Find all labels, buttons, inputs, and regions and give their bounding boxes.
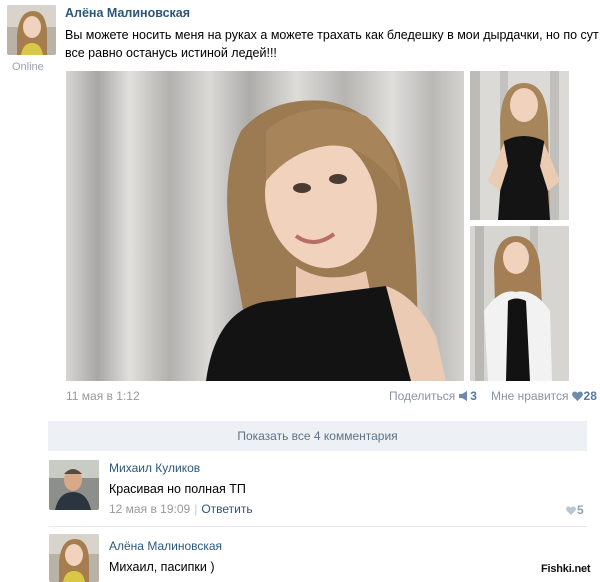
comment-meta: 12 мая в 19:09 | Ответить <box>109 502 253 516</box>
show-all-comments-button[interactable]: Показать все 4 комментария <box>48 421 587 451</box>
share-count: 3 <box>470 389 477 403</box>
comment-avatar[interactable] <box>49 534 99 582</box>
comment-date[interactable]: 12 мая в 19:09 <box>109 502 190 516</box>
like-count: 28 <box>583 389 597 403</box>
comment-author-name[interactable]: Михаил Куликов <box>109 461 200 475</box>
post-photo-side-1[interactable] <box>470 71 569 220</box>
post-date[interactable]: 11 мая в 1:12 <box>66 389 140 403</box>
megaphone-icon <box>458 390 469 404</box>
comment-author-name[interactable]: Алёна Малиновская <box>109 539 222 553</box>
comment-text: Михаил, пасипки ) <box>109 560 215 574</box>
online-status: Online <box>12 61 44 73</box>
like-label: Мне нравится <box>491 389 569 403</box>
separator: | <box>194 502 198 516</box>
comment-like-count: 5 <box>577 503 584 517</box>
post-photo-side-2[interactable] <box>470 226 569 381</box>
post-text-line: все равно останусь истиной ледей!!! <box>65 46 277 60</box>
share-button[interactable]: Поделиться 3 <box>389 389 477 404</box>
comment-text: Красивая но полная ТП <box>109 482 246 496</box>
share-label: Поделиться <box>389 389 456 403</box>
author-avatar[interactable] <box>7 5 56 55</box>
like-button[interactable]: Мне нравится 28 <box>491 389 597 404</box>
post-text: Вы можете носить меня на руках а можете … <box>65 26 599 62</box>
heart-icon <box>566 504 576 518</box>
post-photo-main[interactable] <box>66 71 464 381</box>
reply-button[interactable]: Ответить <box>201 502 252 516</box>
watermark-logo: Fishki.net <box>541 563 591 575</box>
post-author-name[interactable]: Алёна Малиновская <box>65 6 190 20</box>
comment-like-button[interactable]: 5 <box>563 503 584 518</box>
heart-icon <box>571 390 583 404</box>
comment-avatar[interactable] <box>49 460 99 510</box>
post-text-line: Вы можете носить меня на руках а можете … <box>65 28 599 42</box>
comment-divider <box>49 526 587 527</box>
